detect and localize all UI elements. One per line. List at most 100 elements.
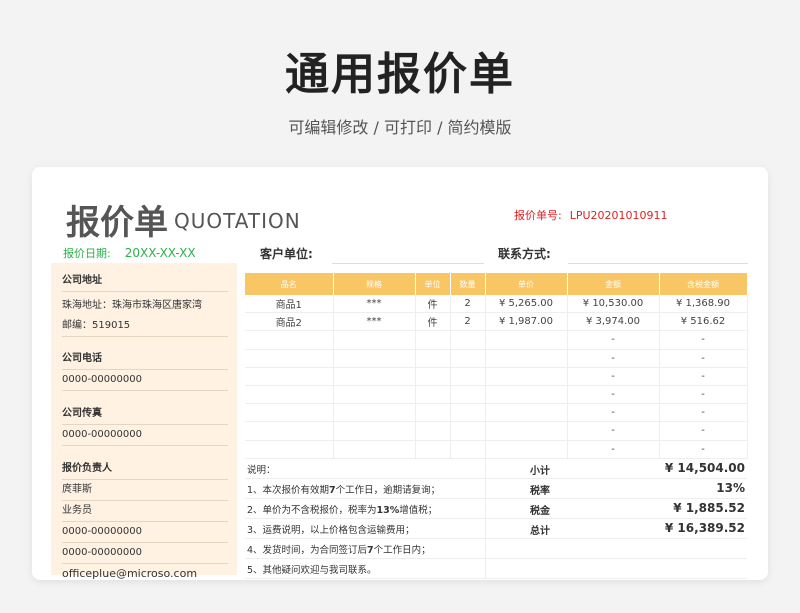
table-cell[interactable] xyxy=(485,440,568,459)
table-cell[interactable] xyxy=(333,349,416,368)
table-cell[interactable] xyxy=(415,349,451,368)
table-cell[interactable] xyxy=(333,385,416,405)
column-header: 含税金额 xyxy=(659,273,748,295)
manager-phone-1[interactable]: 0000-00000000 xyxy=(62,522,228,543)
company-address-line1[interactable]: 珠海地址：珠海市珠海区唐家湾 xyxy=(62,292,228,316)
table-cell[interactable] xyxy=(450,403,486,423)
table-cell[interactable] xyxy=(245,421,334,441)
table-cell[interactable] xyxy=(333,440,416,459)
note-4-highlight: 7 xyxy=(367,545,374,556)
note-5[interactable]: 5、其他疑问欢迎与我司联系。 xyxy=(247,562,377,576)
note-1-highlight: 7 xyxy=(329,485,336,496)
table-cell[interactable]: - xyxy=(567,367,660,386)
table-cell[interactable] xyxy=(245,385,334,405)
note-2[interactable]: 2、单价为不含税报价，税率为13%增值税； xyxy=(247,502,437,516)
table-cell[interactable] xyxy=(245,403,334,423)
table-cell[interactable]: ¥ 1,987.00 xyxy=(485,312,568,332)
table-cell[interactable] xyxy=(415,367,451,386)
table-cell[interactable] xyxy=(450,385,486,405)
table-cell[interactable] xyxy=(450,349,486,368)
table-cell[interactable]: - xyxy=(659,421,748,441)
table-cell[interactable] xyxy=(450,367,486,386)
quotation-number: 报价单号: LPU20201010911 xyxy=(514,207,668,223)
table-cell[interactable] xyxy=(485,367,568,386)
table-cell[interactable]: - xyxy=(567,440,660,459)
company-address-line2[interactable]: 邮编：519015 xyxy=(62,316,228,337)
table-cell[interactable] xyxy=(245,440,334,459)
table-cell[interactable]: - xyxy=(659,385,748,405)
divider xyxy=(485,519,486,538)
table-cell[interactable]: *** xyxy=(333,312,416,332)
table-cell[interactable] xyxy=(450,421,486,441)
table-cell[interactable]: ¥ 3,974.00 xyxy=(567,312,660,332)
table-cell[interactable] xyxy=(485,349,568,368)
company-phone-value[interactable]: 0000-00000000 xyxy=(62,369,228,391)
manager-phone-2[interactable]: 0000-00000000 xyxy=(62,543,228,564)
table-cell[interactable] xyxy=(415,440,451,459)
table-cell[interactable]: ¥ 1,368.90 xyxy=(659,295,748,314)
note-3[interactable]: 3、运费说明，以上价格包含运输费用； xyxy=(247,522,415,536)
table-cell[interactable]: - xyxy=(659,440,748,459)
table-cell[interactable] xyxy=(485,330,568,350)
table-cell[interactable]: - xyxy=(567,403,660,423)
contact-field[interactable] xyxy=(568,263,748,264)
table-cell[interactable]: - xyxy=(567,330,660,350)
table-row: -- xyxy=(245,367,748,386)
table-cell[interactable]: ¥ 5,265.00 xyxy=(485,295,568,314)
table-cell[interactable]: 件 xyxy=(415,312,451,332)
table-cell[interactable]: - xyxy=(659,349,748,368)
table-cell[interactable] xyxy=(450,440,486,459)
table-cell[interactable]: *** xyxy=(333,295,416,314)
table-cell[interactable]: 2 xyxy=(450,295,486,314)
table-cell[interactable] xyxy=(333,403,416,423)
table-cell[interactable]: - xyxy=(567,349,660,368)
column-header: 单价 xyxy=(485,273,568,295)
table-cell[interactable]: - xyxy=(567,421,660,441)
table-cell[interactable] xyxy=(450,330,486,350)
table-cell[interactable] xyxy=(415,403,451,423)
table-cell[interactable]: 商品2 xyxy=(245,312,334,332)
table-cell[interactable] xyxy=(245,349,334,368)
manager-role[interactable]: 业务员 xyxy=(62,501,228,522)
note-1[interactable]: 1、本次报价有效期7个工作日，逾期请复询； xyxy=(247,482,440,496)
note-4-part: 个工作日内； xyxy=(373,545,431,556)
table-cell[interactable] xyxy=(485,385,568,405)
divider xyxy=(485,459,486,478)
quotation-date-value[interactable]: 20XX-XX-XX xyxy=(125,246,196,260)
table-cell[interactable]: - xyxy=(659,367,748,386)
company-fax-title: 公司传真 xyxy=(62,408,102,419)
table-cell[interactable] xyxy=(333,367,416,386)
table-cell[interactable]: 件 xyxy=(415,295,451,314)
table-cell[interactable]: - xyxy=(659,330,748,350)
table-cell[interactable] xyxy=(485,421,568,441)
table-cell[interactable]: - xyxy=(659,403,748,423)
note-2-part: 增值税； xyxy=(399,505,438,516)
divider xyxy=(485,539,486,558)
table-cell[interactable] xyxy=(415,385,451,405)
table-cell[interactable]: ¥ 10,530.00 xyxy=(567,295,660,314)
manager-email[interactable]: officeplue@microso.com xyxy=(62,564,228,580)
manager-name[interactable]: 庹菲斯 xyxy=(62,480,228,501)
company-fax-value[interactable]: 0000-00000000 xyxy=(62,424,228,446)
table-cell[interactable] xyxy=(333,421,416,441)
table-cell[interactable] xyxy=(415,330,451,350)
table-cell[interactable] xyxy=(333,330,416,350)
table-cell[interactable]: - xyxy=(567,385,660,405)
quotation-title-en: QUOTATION xyxy=(174,209,301,233)
table-cell[interactable]: 2 xyxy=(450,312,486,332)
table-cell[interactable] xyxy=(245,330,334,350)
quotation-number-value[interactable]: LPU20201010911 xyxy=(570,209,668,222)
taxrate-value[interactable]: 13% xyxy=(716,481,745,495)
note-4[interactable]: 4、发货时间，为合同签订后7个工作日内； xyxy=(247,542,431,556)
table-cell[interactable] xyxy=(485,403,568,423)
notes-summary-section: 说明： 小计 ¥ 14,504.00 1、本次报价有效期7个工作日，逾期请复询；… xyxy=(245,459,747,579)
table-row: -- xyxy=(245,349,748,368)
divider xyxy=(485,499,486,518)
customer-field[interactable] xyxy=(332,263,484,264)
table-cell[interactable] xyxy=(245,367,334,386)
column-header: 单位 xyxy=(415,273,451,295)
table-cell[interactable]: ¥ 516.62 xyxy=(659,312,748,332)
table-row: -- xyxy=(245,440,748,459)
table-cell[interactable] xyxy=(415,421,451,441)
table-cell[interactable]: 商品1 xyxy=(245,295,334,314)
